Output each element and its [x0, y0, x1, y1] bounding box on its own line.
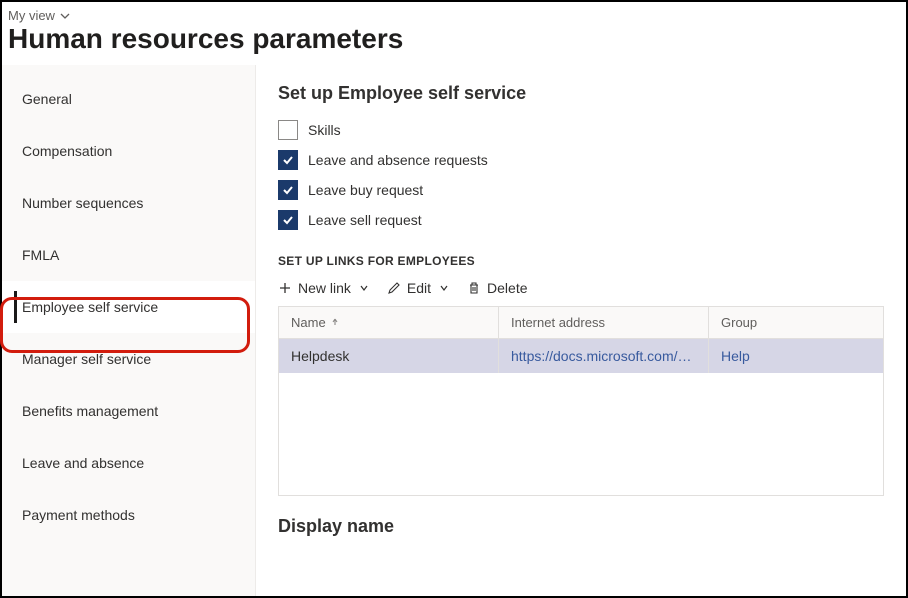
column-header-internet-address[interactable]: Internet address: [499, 307, 709, 338]
check-label: Leave sell request: [308, 212, 422, 228]
new-link-label: New link: [298, 280, 351, 296]
pencil-icon: [387, 281, 401, 295]
view-selector-label: My view: [8, 8, 55, 23]
chevron-down-icon: [359, 283, 369, 293]
cell-group[interactable]: Help: [709, 339, 883, 373]
sidebar-item-number-sequences[interactable]: Number sequences: [2, 177, 255, 229]
table-row[interactable]: Helpdesk https://docs.microsoft.com/en-u…: [279, 339, 883, 373]
checkbox-checked-icon: [278, 210, 298, 230]
sidebar-item-general[interactable]: General: [2, 73, 255, 125]
links-toolbar: New link Edit: [278, 276, 884, 306]
sidebar-item-employee-self-service[interactable]: Employee self service: [2, 281, 255, 333]
sidebar-item-fmla[interactable]: FMLA: [2, 229, 255, 281]
section-title: Set up Employee self service: [278, 83, 884, 104]
check-label: Skills: [308, 122, 341, 138]
plus-icon: [278, 281, 292, 295]
sidebar-item-manager-self-service[interactable]: Manager self service: [2, 333, 255, 385]
sidebar-item-payment-methods[interactable]: Payment methods: [2, 489, 255, 541]
sidebar: General Compensation Number sequences FM…: [2, 65, 256, 596]
checkbox-icon: [278, 120, 298, 140]
display-name-title: Display name: [278, 516, 884, 537]
check-leave-sell-request[interactable]: Leave sell request: [278, 210, 884, 230]
check-label: Leave and absence requests: [308, 152, 488, 168]
chevron-down-icon: [439, 283, 449, 293]
check-leave-buy-request[interactable]: Leave buy request: [278, 180, 884, 200]
edit-label: Edit: [407, 280, 431, 296]
check-leave-absence-requests[interactable]: Leave and absence requests: [278, 150, 884, 170]
view-selector[interactable]: My view: [8, 8, 71, 23]
check-skills[interactable]: Skills: [278, 120, 884, 140]
chevron-down-icon: [59, 10, 71, 22]
checkbox-checked-icon: [278, 150, 298, 170]
edit-button[interactable]: Edit: [387, 280, 449, 296]
new-link-button[interactable]: New link: [278, 280, 369, 296]
sidebar-item-compensation[interactable]: Compensation: [2, 125, 255, 177]
delete-button[interactable]: Delete: [467, 280, 527, 296]
column-header-name[interactable]: Name: [279, 307, 499, 338]
sort-asc-icon: [330, 315, 340, 330]
checkbox-checked-icon: [278, 180, 298, 200]
delete-label: Delete: [487, 280, 527, 296]
links-grid: Name Internet address Group Helpdesk htt…: [278, 306, 884, 496]
column-header-group[interactable]: Group: [709, 307, 883, 338]
cell-internet-address[interactable]: https://docs.microsoft.com/en-u...: [499, 339, 709, 373]
trash-icon: [467, 281, 481, 295]
page-title: Human resources parameters: [8, 23, 906, 55]
main-panel: Set up Employee self service Skills Leav…: [256, 65, 906, 596]
cell-name: Helpdesk: [279, 339, 499, 373]
check-label: Leave buy request: [308, 182, 423, 198]
links-subheader: SET UP LINKS FOR EMPLOYEES: [278, 254, 884, 268]
sidebar-item-leave-and-absence[interactable]: Leave and absence: [2, 437, 255, 489]
sidebar-item-benefits-management[interactable]: Benefits management: [2, 385, 255, 437]
